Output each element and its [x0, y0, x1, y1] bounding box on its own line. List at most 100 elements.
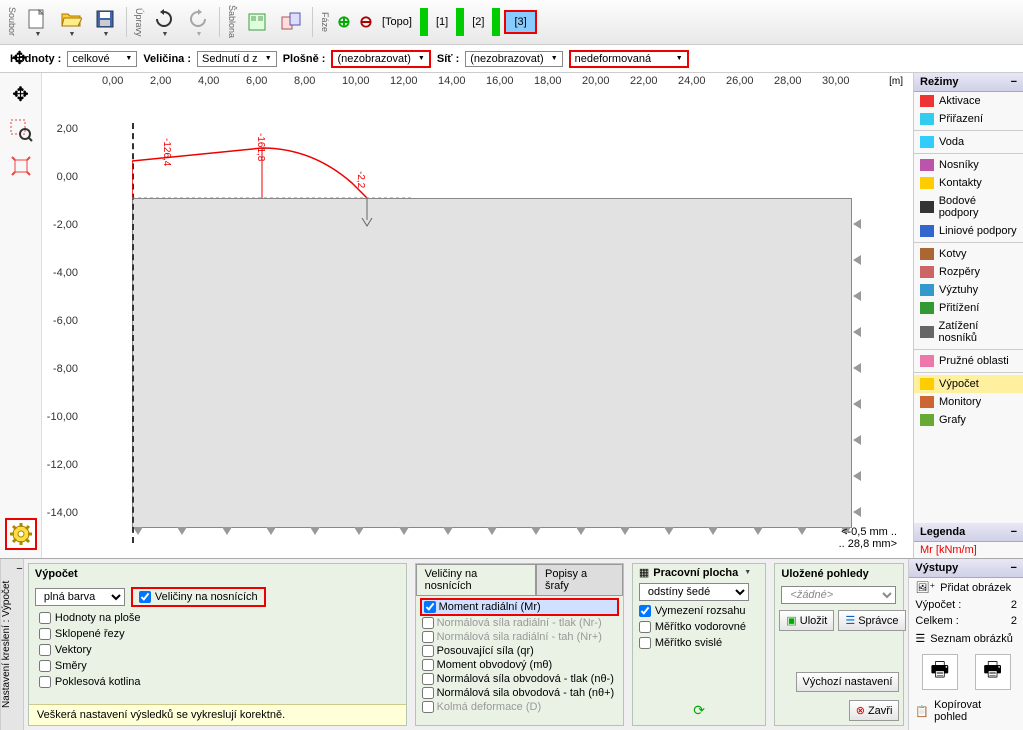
copy-view-button[interactable]: 📋Kopírovat pohled: [909, 696, 1023, 726]
veliciny-item[interactable]: Normálová sila radiální - tah (Nr+): [420, 630, 619, 644]
veliciny-item[interactable]: Moment radiální (Mr): [420, 598, 619, 616]
support-triangle: [620, 527, 630, 535]
grid-icon: ▦: [639, 566, 649, 579]
opt-sklopené-řezy[interactable]: Sklopené řezy: [29, 626, 406, 642]
image-list-button[interactable]: ☰Seznam obrázků: [909, 629, 1023, 648]
phase-bar-2[interactable]: [456, 8, 464, 36]
outputs-header: Výstupy−: [909, 559, 1023, 578]
print-button-1[interactable]: 🖶: [922, 654, 958, 690]
default-button[interactable]: Výchozí nastavení: [796, 672, 900, 692]
mode-pružné-oblasti[interactable]: Pružné oblasti: [914, 352, 1023, 370]
open-file-button[interactable]: ▼: [55, 3, 87, 41]
mode-aktivace[interactable]: Aktivace: [914, 92, 1023, 110]
remove-phase-button[interactable]: ⊖: [356, 3, 376, 41]
mode-přiřazení[interactable]: Přiřazení: [914, 110, 1023, 128]
plocha-opt[interactable]: Vymezení rozsahu: [633, 603, 766, 619]
redo-button[interactable]: ▼: [182, 3, 214, 41]
support-triangle: [664, 527, 674, 535]
mode-bodové-podpory[interactable]: Bodové podpory: [914, 192, 1023, 222]
phase-2[interactable]: [2]: [468, 16, 488, 28]
veliciny-item[interactable]: Kolmá deformace (D): [420, 700, 619, 714]
deform-select[interactable]: nedeformovaná: [569, 50, 689, 68]
mode-grafy[interactable]: Grafy: [914, 411, 1023, 429]
plocha-opt[interactable]: Měřítko svislé: [633, 635, 766, 651]
phase-bar-1[interactable]: [420, 8, 428, 36]
mode-kotvy[interactable]: Kotvy: [914, 245, 1023, 263]
nosniky-checkbox[interactable]: Veličiny na nosnících: [131, 587, 266, 607]
shade-select[interactable]: odstíny šedé: [639, 583, 749, 601]
phase-3-active[interactable]: [3]: [504, 10, 536, 34]
plocha-header: Pracovní plocha: [653, 567, 738, 579]
veliciny-item[interactable]: Normálová sila obvodová - tah (nθ+): [420, 686, 619, 700]
refresh-icon[interactable]: ⟳: [693, 702, 705, 718]
mode-liniové-podpory[interactable]: Liniové podpory: [914, 222, 1023, 240]
label-3: -2,2: [355, 171, 366, 188]
template-button-2[interactable]: [275, 3, 307, 41]
mode-nosníky[interactable]: Nosníky: [914, 156, 1023, 174]
velicina-select[interactable]: Sednutí d z: [197, 51, 277, 67]
minimize-icon[interactable]: −: [1011, 76, 1017, 88]
plosne-select[interactable]: (nezobrazovat): [331, 50, 430, 68]
opt-vektory[interactable]: Vektory: [29, 642, 406, 658]
opt-směry[interactable]: Směry: [29, 658, 406, 674]
mode-výpočet[interactable]: Výpočet: [914, 375, 1023, 393]
plus-icon: ▣: [786, 614, 796, 627]
save-view-button[interactable]: ▣Uložit: [779, 610, 834, 631]
manage-views-button[interactable]: ☰Správce: [838, 610, 905, 631]
opt-hodnoty-na-ploše[interactable]: Hodnoty na ploše: [29, 610, 406, 626]
mode-rozpěry[interactable]: Rozpěry: [914, 263, 1023, 281]
opt-poklesová-kotlina[interactable]: Poklesová kotlina: [29, 674, 406, 690]
hodnoty-select[interactable]: celkové: [67, 51, 137, 67]
settings-button[interactable]: [5, 518, 37, 550]
minus-icon: ⊖: [359, 12, 372, 32]
modes-list: AktivacePřiřazení Voda NosníkyKontaktyBodo…: [914, 92, 1023, 429]
sit-select[interactable]: (nezobrazovat): [465, 51, 562, 67]
close-button[interactable]: ⊗Zavři: [849, 700, 900, 721]
phase-topo[interactable]: [Topo]: [378, 16, 416, 28]
phase-1[interactable]: [1]: [432, 16, 452, 28]
add-image-icon: 🖼⁺: [915, 581, 935, 594]
pohledy-panel: Uložené pohledy <žádné> ▣Uložit ☰Správce…: [774, 563, 904, 726]
mode-icon: [920, 225, 934, 237]
mode-kontakty[interactable]: Kontakty: [914, 174, 1023, 192]
zoom-region-tool[interactable]: [5, 114, 37, 146]
tab-veliciny[interactable]: Veličiny na nosnících: [416, 564, 536, 595]
support-triangle: [531, 527, 541, 535]
plocha-opt[interactable]: Měřítko vodorovné: [633, 619, 766, 635]
mode-zatížení-nosníků[interactable]: Zatížení nosníků: [914, 317, 1023, 347]
pan-tool[interactable]: ✥: [5, 78, 37, 110]
undo-button[interactable]: ▼: [148, 3, 180, 41]
fit-view-tool[interactable]: [5, 150, 37, 182]
veliciny-item[interactable]: Normálová síla radiální - tlak (Nr-): [420, 616, 619, 630]
support-triangle: [753, 527, 763, 535]
tab-popisy[interactable]: Popisy a šrafy: [536, 564, 623, 595]
mode-přitížení[interactable]: Přitížení: [914, 299, 1023, 317]
veliciny-item[interactable]: Moment obvodový (mθ): [420, 658, 619, 672]
new-file-button[interactable]: ▼: [21, 3, 53, 41]
template-button-1[interactable]: [241, 3, 273, 41]
canvas[interactable]: 0,002,004,006,008,0010,0012,0014,0016,00…: [42, 73, 913, 558]
print-button-2[interactable]: 🖶: [975, 654, 1011, 690]
mode-icon: [920, 177, 934, 189]
side-support: [853, 291, 861, 301]
mode-monitory[interactable]: Monitory: [914, 393, 1023, 411]
legend-variable: Mr [kNm/m]: [914, 542, 1023, 558]
gear-icon: [8, 521, 34, 547]
mode-voda[interactable]: Voda: [914, 133, 1023, 151]
minimize-icon[interactable]: −: [1011, 526, 1017, 538]
fill-select[interactable]: plná barva: [35, 588, 125, 606]
veliciny-item[interactable]: Normálová síla obvodová - tlak (nθ-): [420, 672, 619, 686]
veliciny-item[interactable]: Posouvající síla (qr): [420, 644, 619, 658]
add-phase-button[interactable]: ⊕: [334, 3, 354, 41]
mode-výztuhy[interactable]: Výztuhy: [914, 281, 1023, 299]
save-file-button[interactable]: ▼: [89, 3, 121, 41]
move-icon[interactable]: ✥: [12, 48, 27, 69]
views-select[interactable]: <žádné>: [781, 586, 896, 604]
phase-bar-3[interactable]: [492, 8, 500, 36]
save-icon: [93, 7, 117, 31]
minimize-icon[interactable]: −: [1011, 562, 1017, 574]
bottom-supports: [133, 527, 851, 535]
add-image-button[interactable]: 🖼⁺Přidat obrázek: [909, 578, 1023, 597]
collapse-handle[interactable]: −: [16, 559, 24, 730]
soil-region: [132, 198, 852, 528]
